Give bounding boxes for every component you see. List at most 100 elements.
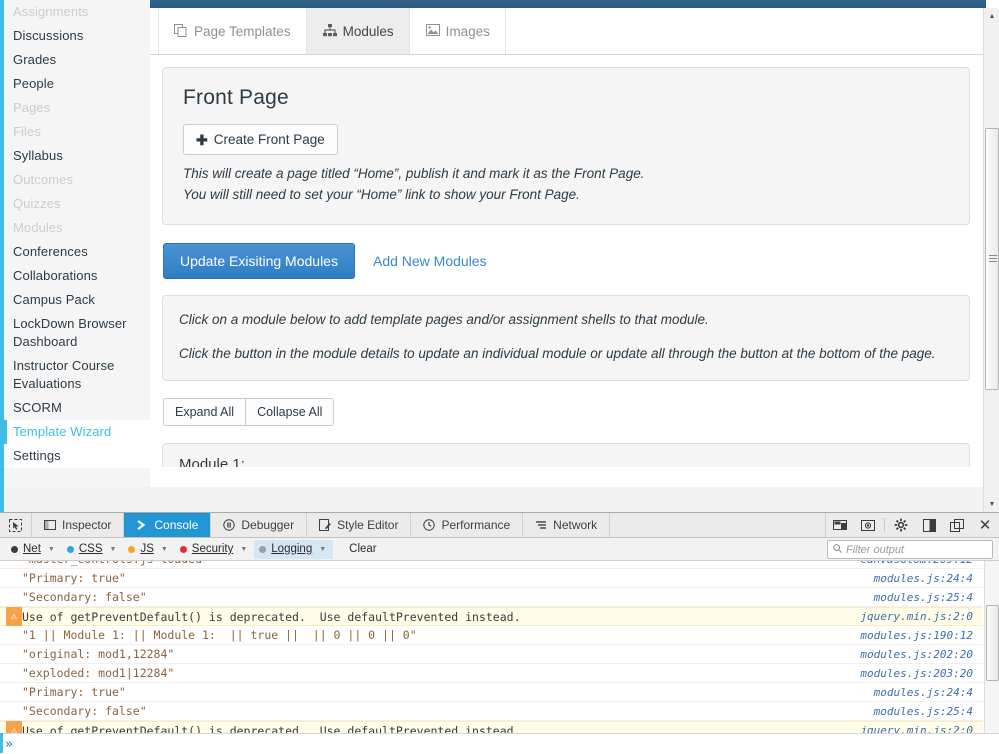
collapse-all-button[interactable]: Collapse All (246, 398, 334, 426)
devtools-tab-network[interactable]: Network (523, 513, 610, 537)
devtools-toolbar-spacer (610, 513, 826, 537)
console-clear-button[interactable]: Clear (333, 543, 392, 555)
sidebar-item-quizzes: Quizzes (4, 192, 150, 216)
dock-bottom-icon[interactable] (915, 513, 943, 537)
instructions-panel: Click on a module below to add template … (162, 295, 970, 381)
screenshot-icon[interactable] (854, 513, 882, 537)
performance-clock-icon (423, 519, 435, 531)
console-log-source-link[interactable]: jquery.min.js:2:0 (860, 610, 983, 623)
console-log-source-link[interactable]: jquery.min.js:2:0 (860, 724, 983, 733)
responsive-design-mode-icon[interactable] (826, 513, 854, 537)
front-page-note-line-2: You will still need to set your “Home” l… (183, 185, 949, 204)
console-filter-css[interactable]: CSS ▼ (62, 540, 124, 559)
console-log-row[interactable]: ⚠Use of getPreventDefault() is deprecate… (0, 721, 983, 733)
devtools-tab-strip: InspectorConsole Debugger Style Editor Perf… (32, 513, 610, 537)
tab-page-templates[interactable]: Page Templates (158, 8, 307, 54)
devtools-tab-style-editor[interactable]: Style Editor (307, 513, 411, 537)
devtools-tab-performance[interactable]: Performance (411, 513, 523, 537)
tab-label: Modules (343, 24, 394, 39)
chevron-down-icon[interactable]: ▼ (240, 546, 247, 553)
filter-dot-icon (67, 546, 74, 553)
filter-dot-icon (11, 546, 18, 553)
expand-collapse-group: Expand All Collapse All (163, 398, 970, 426)
console-log-row[interactable]: "exploded: mod1|12284"modules.js:203:20 (0, 664, 983, 683)
page-bottom-fill (4, 487, 999, 512)
scroll-up-arrow-icon[interactable]: ▲ (984, 8, 999, 24)
separate-window-icon[interactable] (943, 513, 971, 537)
chevron-down-icon[interactable]: ▼ (110, 546, 117, 553)
sidebar-item-discussions[interactable]: Discussions (4, 24, 150, 48)
template-wizard-tabs: Page Templates Modules Images (150, 8, 986, 55)
sidebar-item-template-wizard[interactable]: Template Wizard (4, 420, 150, 444)
console-filter-security[interactable]: Security▼ (175, 540, 254, 559)
filter-dot-icon (259, 546, 266, 553)
sidebar-item-collaborations[interactable]: Collaborations (4, 264, 150, 288)
create-front-page-button[interactable]: ✚ Create Front Page (183, 124, 338, 155)
chevron-down-icon[interactable]: ▼ (48, 546, 55, 553)
sidebar-item-people[interactable]: People (4, 72, 150, 96)
page-vertical-scrollbar[interactable]: ▲ ▼ (983, 8, 999, 512)
instruction-line-2: Click the button in the module details t… (179, 344, 953, 364)
console-log-row[interactable]: "Secondary: false"modules.js:25:4 (0, 588, 983, 607)
devtools-tab-inspector[interactable]: Inspector (32, 513, 124, 537)
close-icon[interactable]: ✕ (971, 513, 999, 537)
page-scroll-thumb[interactable] (985, 128, 999, 390)
sidebar-item-syllabus[interactable]: Syllabus (4, 144, 150, 168)
inspector-icon (44, 519, 56, 531)
console-log-row[interactable]: "1 || Module 1: || Module 1: || true || … (0, 626, 983, 645)
chevron-down-icon[interactable]: ▼ (319, 546, 326, 553)
sidebar-item-grades[interactable]: Grades (4, 48, 150, 72)
scroll-down-arrow-icon[interactable]: ▼ (984, 496, 999, 512)
sidebar-item-settings[interactable]: Settings (4, 444, 150, 468)
update-existing-modules-label: Update Exisiting Modules (180, 253, 338, 269)
console-scroll-thumb[interactable] (986, 605, 999, 681)
chevron-down-icon[interactable]: ▼ (161, 546, 168, 553)
tab-images[interactable]: Images (410, 8, 506, 54)
toolbar-divider (884, 518, 885, 532)
console-log-source-link[interactable]: modules.js:202:20 (860, 648, 983, 661)
console-log-message: "1 || Module 1: || Module 1: || true || … (22, 628, 860, 642)
update-existing-modules-button[interactable]: Update Exisiting Modules (163, 243, 355, 279)
content-bottom-gap (150, 467, 983, 487)
console-filter-label: CSS (79, 543, 103, 555)
console-command-input[interactable]: » (0, 733, 999, 754)
add-new-modules-link[interactable]: Add New Modules (363, 244, 497, 278)
devtools-tab-debugger[interactable]: Debugger (211, 513, 307, 537)
console-log-source-link[interactable]: modules.js:190:12 (860, 629, 983, 642)
console-log-row[interactable]: ⚠Use of getPreventDefault() is deprecate… (0, 607, 983, 626)
console-filter-input[interactable]: Filter output (827, 540, 993, 559)
network-icon (535, 519, 547, 531)
expand-all-button[interactable]: Expand All (163, 398, 246, 426)
console-log-row[interactable]: "master_controls.js loaded"canvasGlo…:20… (0, 561, 983, 569)
console-log-source-link[interactable]: modules.js:24:4 (874, 686, 983, 699)
sidebar-item-campus-pack[interactable]: Campus Pack (4, 288, 150, 312)
devtools-tab-label: Performance (441, 518, 510, 532)
tab-label: Images (446, 24, 490, 39)
sidebar-item-instructor-course-evaluations[interactable]: Instructor Course Evaluations (4, 354, 150, 396)
console-filter-js[interactable]: JS▼ (123, 540, 174, 559)
element-picker-icon[interactable] (0, 513, 32, 537)
console-log-row[interactable]: "Primary: true"modules.js:24:4 (0, 683, 983, 702)
settings-gear-icon[interactable] (887, 513, 915, 537)
console-filter-net[interactable]: Net▼ (6, 540, 62, 559)
console-log-row[interactable]: "Primary: true"modules.js:24:4 (0, 569, 983, 588)
console-log-source-link[interactable]: modules.js:25:4 (874, 591, 983, 604)
console-chevron-icon (136, 519, 148, 531)
console-scrollbar[interactable] (984, 561, 999, 733)
devtools-tab-console[interactable]: Console (124, 513, 211, 537)
sidebar-item-scorm[interactable]: SCORM (4, 396, 150, 420)
console-log-source-link[interactable]: modules.js:25:4 (874, 705, 983, 718)
console-filter-logging[interactable]: Logging▼ (254, 540, 333, 559)
tab-modules[interactable]: Modules (307, 8, 410, 54)
sidebar-item-conferences[interactable]: Conferences (4, 240, 150, 264)
console-filter-placeholder: Filter output (846, 544, 904, 556)
console-log-source-link[interactable]: canvasGlo…:209:12 (860, 561, 983, 566)
sidebar-item-lockdown-browser-dashboard[interactable]: LockDown Browser Dashboard (4, 312, 150, 354)
devtools-tab-label: Debugger (241, 518, 294, 532)
console-log-source-link[interactable]: modules.js:24:4 (874, 572, 983, 585)
console-log-message: "exploded: mod1|12284" (22, 666, 860, 680)
console-log-source-link[interactable]: modules.js:203:20 (860, 667, 983, 680)
top-blue-bar (150, 0, 986, 8)
console-log-row[interactable]: "original: mod1,12284"modules.js:202:20 (0, 645, 983, 664)
console-log-row[interactable]: "Secondary: false"modules.js:25:4 (0, 702, 983, 721)
